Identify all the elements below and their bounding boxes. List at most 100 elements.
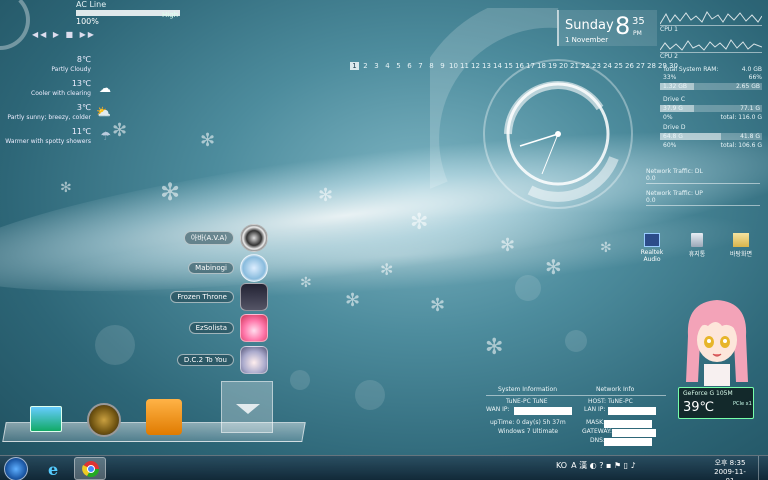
weather-temp: 8℃ (76, 55, 91, 64)
calendar-day: 24 (603, 62, 612, 70)
desktop-icon-label: 휴지통 (688, 251, 706, 258)
sun-cloud-icon: ⛅ (96, 105, 111, 119)
game-launcher-frozen-throne[interactable]: Frozen Throne (150, 283, 268, 311)
net-dl-label: Network Traffic: DL (646, 168, 703, 175)
calendar-day: 19 (548, 62, 557, 70)
ram-pct-row: 33% 66% (660, 74, 762, 82)
game-ezsolista-icon (240, 314, 268, 342)
media-controls[interactable]: ◀◀ ▶ ■ ▶▶ (32, 30, 96, 39)
weather-widget: 8℃ Partly Cloudy 13℃ Cooler with clearin… (0, 55, 115, 151)
game-frozen-throne-icon (240, 283, 268, 311)
game-launcher-dc2[interactable]: D.C.2 To You (150, 346, 268, 374)
snowflake-decoration: ✻ (545, 255, 562, 279)
game-mabinogi-icon (240, 254, 268, 282)
desktop-icon-folder[interactable]: 바탕화면 (723, 233, 759, 258)
dns-value (604, 438, 652, 446)
calendar-day: 26 (625, 62, 634, 70)
weather-temp: 11℃ (71, 127, 91, 136)
lan-ip-label: LAN IP: (584, 406, 606, 413)
desktop-icon-recycle-bin[interactable]: 휴지통 (679, 233, 715, 258)
calendar-day: 12 (471, 62, 480, 70)
calendar-day: 9 (440, 62, 445, 70)
gpu-temp: 39℃ (683, 400, 715, 415)
taskbar-date: 2009-11-01 (714, 468, 746, 480)
net-up-label: Network Traffic: UP (646, 190, 703, 197)
mask-label: MASK: (586, 419, 606, 426)
taskbar-chrome[interactable] (74, 457, 106, 480)
dns-label: DNS: (590, 437, 605, 444)
game-launcher-ezsolista[interactable]: EzSolista (150, 314, 268, 342)
cpu2-label: CPU 2 (660, 53, 678, 60)
wallpaper-bokeh (95, 325, 135, 365)
clock-date: 1 November (565, 36, 609, 44)
clock-hour: 8 (615, 12, 631, 40)
dock-radar-icon[interactable] (87, 403, 121, 437)
game-dc2-icon (240, 346, 268, 374)
power-percent: 100% (76, 17, 99, 26)
desktop-icon-label: Realtek Audio (640, 249, 664, 263)
drive-c-total: total: 116.0 G (720, 114, 762, 121)
weather-temp: 13℃ (71, 79, 91, 88)
start-button[interactable] (4, 457, 28, 480)
calendar-day: 4 (385, 62, 390, 70)
game-launcher-ava[interactable]: 아바(A.V.A) (150, 224, 268, 252)
game-label: Frozen Throne (170, 291, 234, 303)
taskbar-clock[interactable]: 오후 8:35 2009-11-01 (710, 459, 750, 480)
svg-text:e: e (48, 460, 58, 479)
ram-pct-left: 33% (663, 74, 677, 81)
calendar-day: 17 (526, 62, 535, 70)
system-tray: KO A 漢 ◐ ? ▪ ⚑ ▯ ♪ (556, 460, 636, 471)
taskbar-ie[interactable]: e (38, 457, 70, 480)
power-source-label: AC Line (76, 0, 107, 9)
dock-monitor-icon[interactable] (30, 406, 62, 432)
clock-day: Sunday (565, 18, 614, 33)
calendar-day: 15 (504, 62, 513, 70)
gpu-monitor: GeForce G 105M 39℃ PCIe x1 (678, 387, 754, 419)
clock-ampm: PM (633, 30, 642, 37)
cpu2-graph-lines (659, 39, 763, 51)
weather-row: 11℃ Warmer with spotty showers ☂ (0, 127, 115, 151)
wallpaper-bokeh (565, 330, 587, 352)
clock-hand (541, 133, 559, 175)
calendar-day: 10 (449, 62, 458, 70)
calendar-day: 11 (460, 62, 469, 70)
weather-desc: Partly sunny; breezy, colder (7, 114, 91, 121)
chrome-icon (82, 461, 100, 478)
anime-girl-mascot (686, 300, 748, 386)
lan-ip-value (608, 407, 656, 415)
show-desktop-button[interactable] (758, 456, 768, 480)
calendar-day: 1 (350, 62, 359, 70)
game-label: Mabinogi (188, 262, 234, 274)
dock-selection[interactable] (221, 381, 273, 433)
power-widget: AC Line High 100% ◀◀ ▶ ■ ▶▶ (0, 0, 190, 60)
weather-desc: Cooler with clearing (31, 90, 91, 97)
calendar-day: 6 (407, 62, 412, 70)
taskbar-time: 오후 8:35 (714, 459, 746, 467)
calendar-day: 8 (429, 62, 434, 70)
game-launcher-mabinogi[interactable]: Mabinogi (150, 254, 268, 282)
taskbar: e KO A 漢 ◐ ? ▪ ⚑ ▯ ♪ 오후 8:35 2009-11-01 (0, 455, 768, 480)
wallpaper-bokeh (290, 370, 310, 390)
game-label: D.C.2 To You (176, 354, 234, 366)
calendar-day-strip: 1 2 3 4 5 6 7 8 9 10 11 12 13 14 15 16 17 18 19 20 21 22 23 24 2… (350, 62, 678, 70)
host: HOST: TuNE-PC (588, 398, 633, 405)
system-monitor: CPU 1 CPU 2 Total System RAM: 4.0 GB 33%… (659, 0, 763, 150)
network-info-header: Network Info (596, 386, 635, 393)
calendar-day: 14 (493, 62, 502, 70)
power-arc (0, 0, 30, 50)
wallpaper-bokeh (515, 275, 541, 301)
net-up-value: 0.0 (646, 197, 656, 204)
tray-icons[interactable]: A 漢 ◐ ? ▪ ⚑ ▯ ♪ (571, 460, 636, 471)
drive-c-free: 77.1 G (740, 105, 760, 112)
weather-desc: Warmer with spotty showers (5, 138, 91, 145)
language-indicator[interactable]: KO (556, 461, 567, 470)
rain-cloud-icon: ☂ (100, 129, 111, 143)
arrow-down-icon (236, 404, 260, 414)
dock-drive-icon[interactable] (146, 399, 182, 435)
desktop-icon-realtek-audio[interactable]: Realtek Audio (634, 233, 670, 263)
wallpaper-bokeh (355, 380, 385, 410)
calendar-day: 27 (636, 62, 645, 70)
desktop-icon-label: 바탕화면 (729, 251, 753, 258)
gateway-value (612, 429, 656, 437)
snowflake-decoration: ✻ (60, 180, 72, 196)
